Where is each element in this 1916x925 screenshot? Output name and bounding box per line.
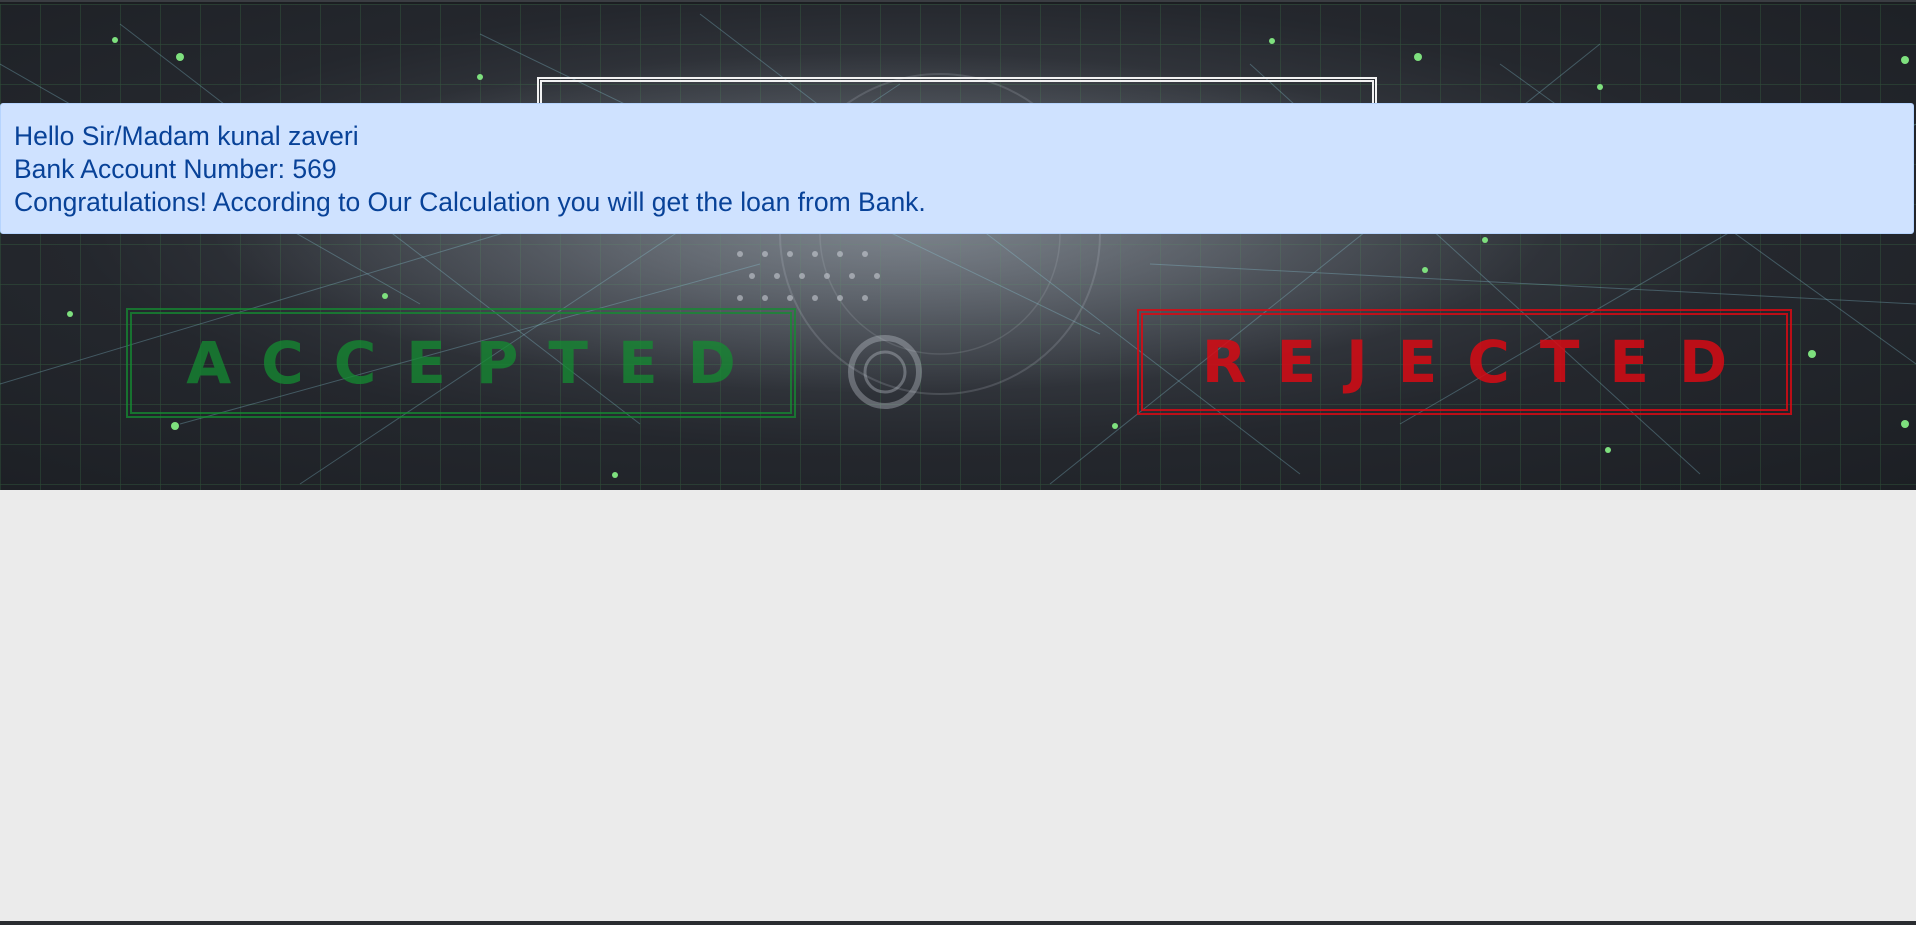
bottom-edge: [0, 921, 1916, 925]
page-body: [0, 490, 1916, 921]
loan-result-message: Congratulations! According to Our Calcul…: [14, 187, 926, 217]
greeting-text: Hello Sir/Madam kunal zaveri: [14, 121, 359, 151]
loan-result-alert: Hello Sir/Madam kunal zaveri Bank Accoun…: [0, 103, 1914, 234]
accepted-stamp: ACCEPTED: [126, 308, 796, 418]
rejected-stamp: REJECTED: [1137, 309, 1792, 415]
page-viewport: ACCEPTED REJECTED Hello Sir/Madam kunal …: [0, 0, 1916, 925]
account-number-text: Bank Account Number: 569: [14, 154, 337, 184]
hero-banner: ACCEPTED REJECTED: [0, 4, 1916, 490]
